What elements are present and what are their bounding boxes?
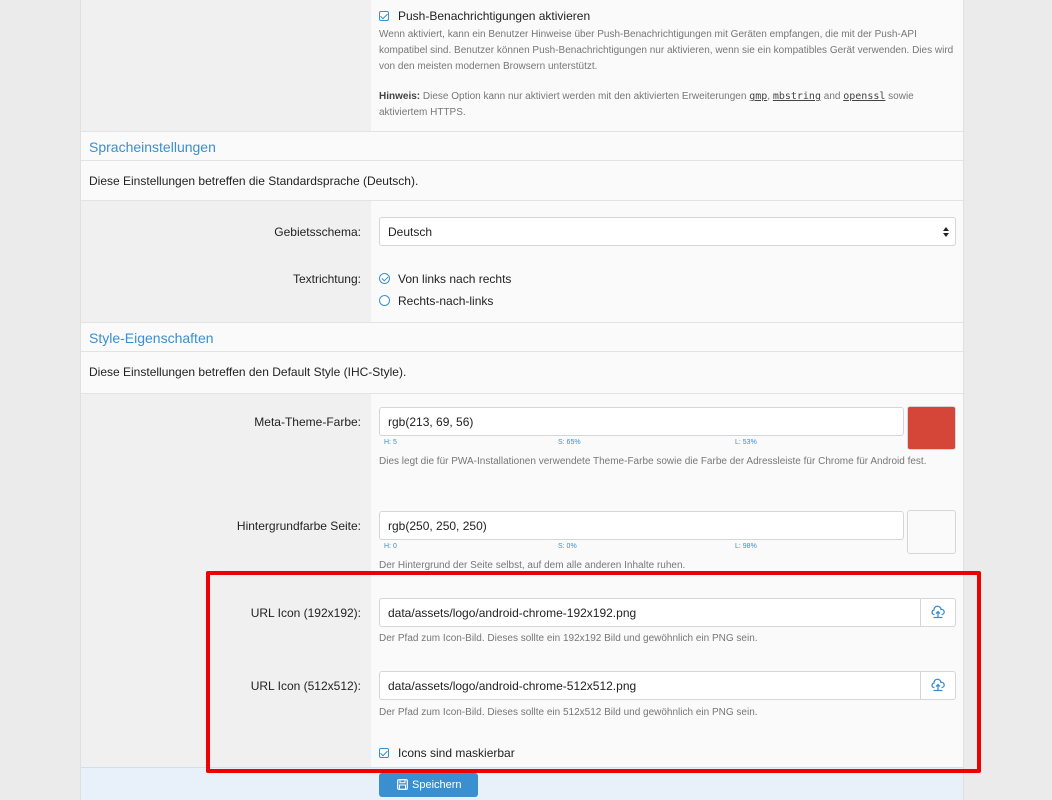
- select-arrows-icon: [943, 227, 949, 237]
- style-section-description: Diese Einstellungen betreffen den Defaul…: [81, 352, 963, 394]
- icon192-value: data/assets/logo/android-chrome-192x192.…: [388, 606, 637, 620]
- icon192-help: Der Pfad zum Icon-Bild. Dieses sollte ei…: [379, 633, 758, 644]
- note-comma: ,: [767, 91, 771, 102]
- save-button[interactable]: Speichern: [379, 773, 478, 797]
- bg-color-help: Der Hintergrund der Seite selbst, auf de…: [379, 560, 686, 571]
- language-description-text: Diese Einstellungen betreffen die Standa…: [89, 174, 419, 188]
- style-description-text: Diese Einstellungen betreffen den Defaul…: [89, 365, 407, 379]
- language-section-header: Spracheinstellungen: [81, 131, 963, 161]
- theme-color-swatch[interactable]: [907, 406, 956, 450]
- direction-ltr-radio[interactable]: [379, 273, 390, 284]
- icon512-help: Der Pfad zum Icon-Bild. Dieses sollte ei…: [379, 707, 758, 718]
- bg-color-value: rgb(250, 250, 250): [388, 519, 487, 533]
- direction-rtl-radio[interactable]: [379, 295, 390, 306]
- note-text-1: Diese Option kann nur aktiviert werden m…: [422, 91, 747, 102]
- bg-color-swatch[interactable]: [907, 510, 956, 554]
- bg-hue: H: 0: [384, 543, 397, 550]
- maskable-checkbox[interactable]: [379, 748, 389, 758]
- theme-color-label: Meta-Theme-Farbe:: [254, 415, 361, 429]
- locale-select[interactable]: Deutsch: [379, 217, 956, 246]
- note-and: and: [823, 91, 841, 102]
- icon512-upload-button[interactable]: [920, 672, 955, 699]
- theme-hue: H: 5: [384, 439, 397, 446]
- floppy-disk-icon: [397, 779, 408, 790]
- icon192-input[interactable]: data/assets/logo/android-chrome-192x192.…: [379, 598, 956, 627]
- language-section-description: Diese Einstellungen betreffen die Standa…: [81, 161, 963, 201]
- locale-label: Gebietsschema:: [274, 225, 361, 239]
- theme-color-value: rgb(213, 69, 56): [388, 415, 474, 429]
- upload-icon: [931, 605, 945, 619]
- bg-color-label: Hintergrundfarbe Seite:: [236, 519, 361, 533]
- ext-openssl: openssl: [843, 91, 886, 102]
- form-footer: Speichern: [81, 767, 963, 800]
- maskable-checkbox-label: Icons sind maskierbar: [398, 746, 515, 760]
- icon192-label: URL Icon (192x192):: [250, 606, 361, 620]
- note-label: Hinweis:: [379, 91, 421, 102]
- locale-select-value: Deutsch: [388, 225, 433, 239]
- bg-saturation: S: 0%: [558, 543, 577, 550]
- label-column: [81, 0, 371, 131]
- style-section-title: Style-Eigenschaften: [89, 330, 214, 346]
- label-column: [81, 201, 371, 322]
- ext-mbstring: mbstring: [772, 91, 821, 102]
- upload-icon: [931, 678, 945, 692]
- push-checkbox-label: Push-Benachrichtigungen aktivieren: [398, 9, 591, 23]
- direction-label: Textrichtung:: [292, 272, 361, 286]
- theme-color-help: Dies legt die für PWA-Installationen ver…: [379, 456, 927, 467]
- direction-rtl-label: Rechts-nach-links: [398, 294, 494, 308]
- label-column: [81, 394, 371, 767]
- push-note: Hinweis: Diese Option kann nur aktiviert…: [379, 89, 959, 121]
- bg-lightness: L: 98%: [735, 543, 757, 550]
- theme-saturation: S: 65%: [558, 439, 581, 446]
- theme-color-input[interactable]: rgb(213, 69, 56): [379, 407, 904, 436]
- save-button-label: Speichern: [412, 779, 462, 791]
- ext-gmp: gmp: [749, 91, 768, 102]
- language-section-title: Spracheinstellungen: [89, 139, 216, 155]
- theme-lightness: L: 53%: [735, 439, 757, 446]
- icon512-input[interactable]: data/assets/logo/android-chrome-512x512.…: [379, 671, 956, 700]
- icon192-upload-button[interactable]: [920, 599, 955, 626]
- style-section-header: Style-Eigenschaften: [81, 322, 963, 352]
- bg-color-input[interactable]: rgb(250, 250, 250): [379, 511, 904, 540]
- icon512-label: URL Icon (512x512):: [250, 679, 361, 693]
- icon512-value: data/assets/logo/android-chrome-512x512.…: [388, 679, 637, 693]
- direction-ltr-label: Von links nach rechts: [398, 272, 512, 286]
- settings-page: Push-Benachrichtigungen aktivieren Wenn …: [80, 0, 964, 800]
- push-description: Wenn aktiviert, kann ein Benutzer Hinwei…: [379, 29, 954, 72]
- push-checkbox[interactable]: [379, 11, 389, 21]
